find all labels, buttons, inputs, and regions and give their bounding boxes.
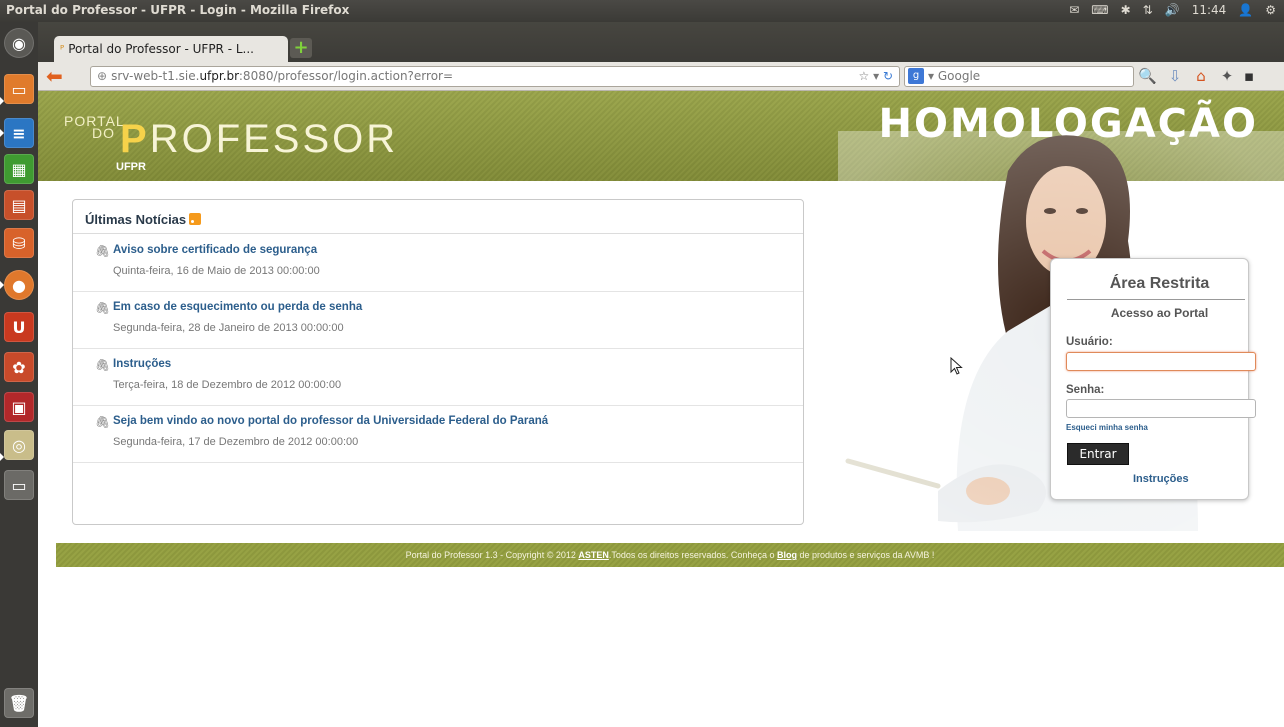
- news-item: 🖇 Seja bem vindo ao novo portal do profe…: [73, 405, 803, 463]
- back-arrow-icon[interactable]: ⬅: [46, 66, 68, 86]
- password-label: Senha:: [1066, 384, 1105, 396]
- password-field[interactable]: [1066, 399, 1256, 418]
- news-date: Quinta-feira, 16 de Maio de 2013 00:00:0…: [113, 265, 320, 277]
- running-indicator-icon: [0, 281, 4, 289]
- username-field[interactable]: [1066, 352, 1256, 371]
- login-divider: [1067, 299, 1245, 300]
- software-center-icon[interactable]: ⛁: [4, 228, 34, 258]
- running-indicator-icon: [0, 129, 4, 137]
- url-suffix: :8080/professor/login.action?error=: [238, 69, 454, 83]
- login-subtitle: Acesso ao Portal: [1110, 306, 1209, 320]
- news-date: Segunda-feira, 17 de Dezembro de 2012 00…: [113, 436, 359, 448]
- clock[interactable]: 11:44: [1192, 3, 1227, 17]
- login-box: Área Restrita Acesso ao Portal Usuário: …: [1050, 258, 1256, 500]
- dash-home-icon[interactable]: ◉: [4, 28, 34, 58]
- search-go-icon[interactable]: 🔍: [1138, 67, 1157, 85]
- home-icon[interactable]: ⌂: [1192, 67, 1210, 85]
- system-settings-icon[interactable]: ✿: [4, 352, 34, 382]
- system-top-panel: Portal do Professor - UFPR - Login - Moz…: [0, 0, 1284, 22]
- blog-link[interactable]: Blog: [777, 550, 797, 560]
- news-date: Terça-feira, 18 de Dezembro de 2012 00:0…: [113, 379, 342, 391]
- tab-title: Portal do Professor - UFPR - L...: [68, 42, 254, 56]
- bluetooth-icon[interactable]: ✱: [1121, 3, 1131, 17]
- forgot-password-link[interactable]: Esqueci minha senha: [1066, 423, 1148, 432]
- news-item: 🖇 Em caso de esquecimento ou perda de se…: [73, 291, 803, 349]
- running-indicator-icon: [0, 97, 4, 105]
- reload-icon[interactable]: ↻: [883, 69, 893, 83]
- paperclip-icon: 🖇: [95, 415, 111, 429]
- search-placeholder: Google: [937, 69, 981, 83]
- calc-icon[interactable]: ▦: [4, 154, 34, 184]
- page-footer: Portal do Professor 1.3 - Copyright © 20…: [56, 543, 1284, 567]
- addon-icon[interactable]: ✦: [1218, 67, 1236, 85]
- url-prefix: srv-web-t1.sie.: [111, 69, 200, 83]
- volume-icon[interactable]: 🔊: [1165, 3, 1180, 17]
- impress-icon[interactable]: ▤: [4, 190, 34, 220]
- news-panel: Últimas Notícias 🖇 Aviso sobre certifica…: [72, 199, 804, 525]
- window-title: Portal do Professor - UFPR - Login - Moz…: [6, 3, 350, 17]
- bookmark-star-reload-icons[interactable]: ☆ ▾ ↻: [859, 67, 893, 86]
- new-tab-button[interactable]: +: [290, 38, 312, 58]
- news-date: Segunda-feira, 28 de Janeiro de 2013 00:…: [113, 322, 344, 334]
- firefox-icon[interactable]: ●: [4, 270, 34, 300]
- files-icon[interactable]: ▭: [4, 74, 34, 104]
- page-viewport: PORTAL DO PROFESSOR UFPR HOMOLOGAÇÃO Últ…: [38, 91, 1284, 727]
- favicon-icon: ᴾ: [60, 42, 65, 56]
- user-icon[interactable]: 👤: [1238, 3, 1253, 17]
- news-headline-link[interactable]: Aviso sobre certificado de segurança: [113, 244, 317, 256]
- writer-icon[interactable]: ≡: [4, 118, 34, 148]
- unity-launcher: ◉ ▭ ≡ ▦ ▤ ⛁ ● U ✿ ▣ ◎ ▭ 🗑: [0, 22, 38, 727]
- username-label: Usuário:: [1066, 336, 1113, 348]
- mouse-cursor-icon: [950, 357, 963, 375]
- ubuntu-one-icon[interactable]: U: [4, 312, 34, 342]
- footer-text: de produtos e serviços da AVMB !: [796, 550, 935, 560]
- mail-icon[interactable]: ✉: [1069, 3, 1079, 17]
- menu-icon[interactable]: ▪: [1240, 67, 1258, 85]
- tab-strip: ᴾ Portal do Professor - UFPR - L... +: [38, 22, 1284, 62]
- logo-ufpr-text: UFPR: [116, 161, 146, 173]
- keyboard-icon[interactable]: ⌨: [1091, 3, 1108, 17]
- site-identity-icon[interactable]: ⊕: [97, 67, 107, 86]
- news-heading: Últimas Notícias: [85, 212, 202, 227]
- workspace-switcher-icon[interactable]: ▣: [4, 392, 34, 422]
- trash-icon[interactable]: 🗑: [4, 688, 34, 718]
- google-engine-icon[interactable]: g: [908, 68, 924, 84]
- paperclip-icon: 🖇: [95, 358, 111, 372]
- downloads-icon[interactable]: ⇩: [1166, 67, 1184, 85]
- system-tray: ✉ ⌨ ✱ ⇅ 🔊 11:44 👤 ⚙: [1069, 3, 1276, 17]
- search-bar[interactable]: g ▾ Google: [904, 66, 1134, 87]
- login-title: Área Restrita: [1109, 275, 1210, 292]
- asten-link[interactable]: ASTEN: [578, 550, 609, 560]
- session-gear-icon[interactable]: ⚙: [1265, 3, 1276, 17]
- network-icon[interactable]: ⇅: [1143, 3, 1153, 17]
- navigation-toolbar: ⬅ ⊕ srv-web-t1.sie.ufpr.br:8080/professor…: [38, 62, 1284, 91]
- paperclip-icon: 🖇: [95, 301, 111, 315]
- terminal-icon[interactable]: ▭: [4, 470, 34, 500]
- instructions-link[interactable]: Instruções: [1133, 473, 1189, 485]
- news-item: 🖇 Instruções Terça-feira, 18 de Dezembro…: [73, 348, 803, 406]
- news-item: 🖇 Aviso sobre certificado de segurança Q…: [73, 234, 803, 292]
- news-headline-link[interactable]: Instruções: [113, 358, 171, 370]
- logo-portal-text: PORTAL DO: [64, 113, 125, 141]
- browser-tab[interactable]: ᴾ Portal do Professor - UFPR - L...: [54, 36, 288, 62]
- login-submit-button[interactable]: Entrar: [1067, 443, 1129, 465]
- url-host: ufpr.br: [199, 69, 239, 83]
- paperclip-icon: 🖇: [95, 244, 111, 258]
- news-headline-link[interactable]: Em caso de esquecimento ou perda de senh…: [113, 301, 362, 313]
- logo-professor-text: PROFESSOR: [120, 117, 399, 161]
- footer-text: Portal do Professor 1.3 - Copyright © 20…: [405, 550, 579, 560]
- rss-feed-icon[interactable]: [189, 213, 202, 225]
- url-bar[interactable]: ⊕ srv-web-t1.sie.ufpr.br:8080/professor/l…: [90, 66, 900, 87]
- news-headline-link[interactable]: Seja bem vindo ao novo portal do profess…: [113, 415, 548, 427]
- running-indicator-icon: [0, 453, 4, 461]
- screenshot-tool-icon[interactable]: ◎: [4, 430, 34, 460]
- footer-text: .Todos os direitos reservados. Conheça o: [608, 550, 777, 560]
